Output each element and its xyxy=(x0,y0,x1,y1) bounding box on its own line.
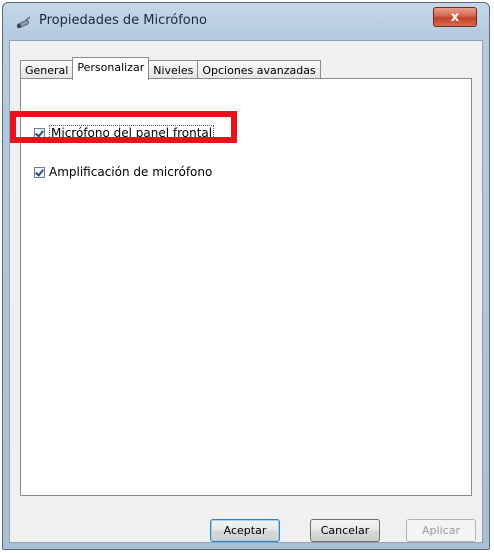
apply-button[interactable]: Aplicar xyxy=(406,519,476,542)
mic-boost-label: Amplificación de micrófono xyxy=(49,165,213,179)
close-button[interactable]: x xyxy=(433,7,477,27)
dialog-window: Propiedades de Micrófono x General Perso… xyxy=(2,2,490,550)
tab-general[interactable]: General xyxy=(20,60,74,79)
tab-niveles[interactable]: Niveles xyxy=(148,60,199,79)
tab-opciones-avanzadas[interactable]: Opciones avanzadas xyxy=(197,60,321,79)
ok-button[interactable]: Aceptar xyxy=(210,519,280,542)
microphone-icon xyxy=(15,13,33,31)
window-title: Propiedades de Micrófono xyxy=(39,13,207,28)
title-bar: Propiedades de Micrófono x xyxy=(3,3,489,41)
mic-boost-checkbox[interactable] xyxy=(34,166,45,178)
highlight-box xyxy=(10,111,237,143)
cancel-button[interactable]: Cancelar xyxy=(310,519,380,542)
tab-personalizar[interactable]: Personalizar xyxy=(72,57,150,80)
close-icon: x xyxy=(450,10,460,25)
tab-strip: General Personalizar Niveles Opciones av… xyxy=(20,57,321,80)
mic-boost-option[interactable]: Amplificación de micrófono xyxy=(34,165,212,179)
